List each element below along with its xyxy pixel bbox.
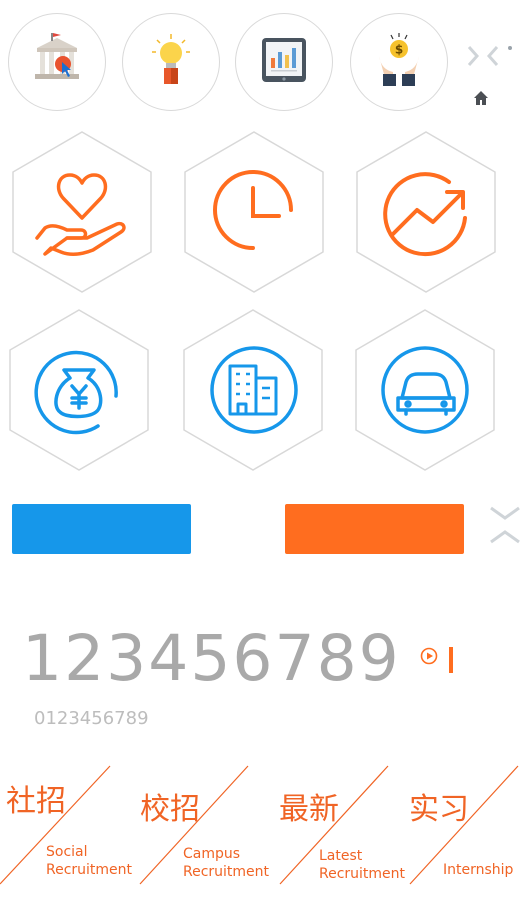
play-icon: [420, 647, 438, 669]
home-button[interactable]: [473, 90, 489, 111]
nav-internship-en: Internship: [443, 862, 514, 878]
hex-transport[interactable]: [354, 308, 496, 472]
nav-social-en-2: Recruitment: [46, 862, 133, 878]
home-icon: [473, 91, 489, 110]
hex-company[interactable]: [182, 308, 324, 472]
nav-latest-en-1: Latest: [319, 848, 363, 864]
large-number-sample: 123456789: [22, 622, 401, 695]
indicator-dot: [508, 46, 512, 50]
nav-item-social[interactable]: 社招 Social Recruitment: [0, 760, 133, 890]
nav-campus-cn: 校招: [140, 792, 200, 827]
nav-item-internship[interactable]: 实习 Internship: [400, 760, 530, 890]
hex-salary[interactable]: [8, 308, 150, 472]
svg-text:$: $: [395, 42, 403, 56]
nav-social-en-1: Social: [46, 844, 88, 860]
nav-campus-en-1: Campus: [183, 846, 241, 862]
nav-latest-en-2: Recruitment: [319, 866, 406, 882]
nav-latest-cn: 最新: [279, 792, 339, 827]
bank-building-icon: [29, 32, 85, 93]
nav-item-campus[interactable]: 校招 Campus Recruitment: [130, 760, 270, 890]
money-hands-icon: $: [371, 32, 427, 93]
nav-internship-cn: 实习: [409, 792, 469, 827]
blue-action-button[interactable]: [12, 504, 191, 554]
bottom-nav: 社招 Social Recruitment 校招 Campus Recruitm…: [0, 760, 530, 900]
idea-button[interactable]: [122, 13, 220, 111]
chevron-pair[interactable]: [466, 44, 500, 72]
cursor-bar-icon: [449, 647, 453, 673]
tablet-report-icon: [256, 32, 312, 93]
bank-button[interactable]: [8, 13, 106, 111]
nav-social-cn: 社招: [6, 784, 66, 819]
hex-growth[interactable]: [355, 130, 497, 294]
hex-benefits[interactable]: [11, 130, 153, 294]
nav-item-latest[interactable]: 最新 Latest Recruitment: [270, 760, 405, 890]
orange-action-button[interactable]: [285, 504, 464, 554]
small-number-sample: 0123456789: [34, 708, 149, 729]
report-button[interactable]: [235, 13, 333, 111]
hex-time[interactable]: [183, 130, 325, 294]
collapse-toggle[interactable]: [488, 504, 522, 553]
money-button[interactable]: $: [350, 13, 448, 111]
double-chevron-icon: [488, 506, 522, 552]
nav-campus-en-2: Recruitment: [183, 864, 270, 880]
chevron-pair-icon: [466, 44, 500, 72]
play-button[interactable]: [420, 647, 438, 670]
idea-lightbulb-icon: [143, 32, 199, 93]
